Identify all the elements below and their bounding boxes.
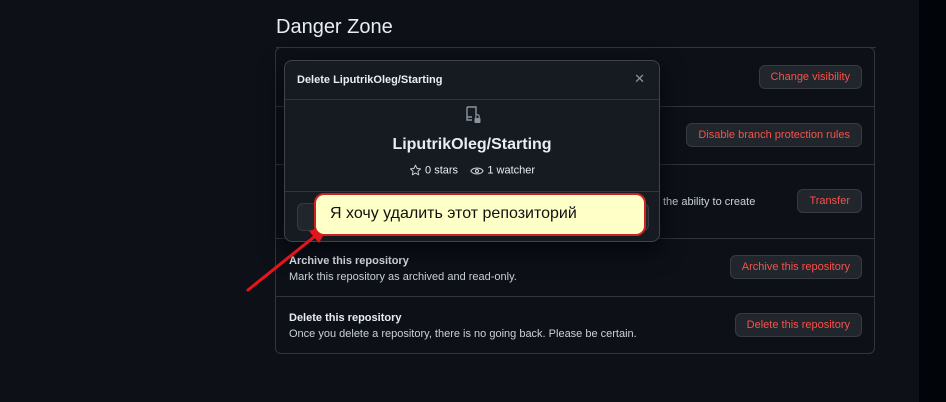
annotation-callout: Я хочу удалить этот репозиторий	[314, 193, 646, 236]
